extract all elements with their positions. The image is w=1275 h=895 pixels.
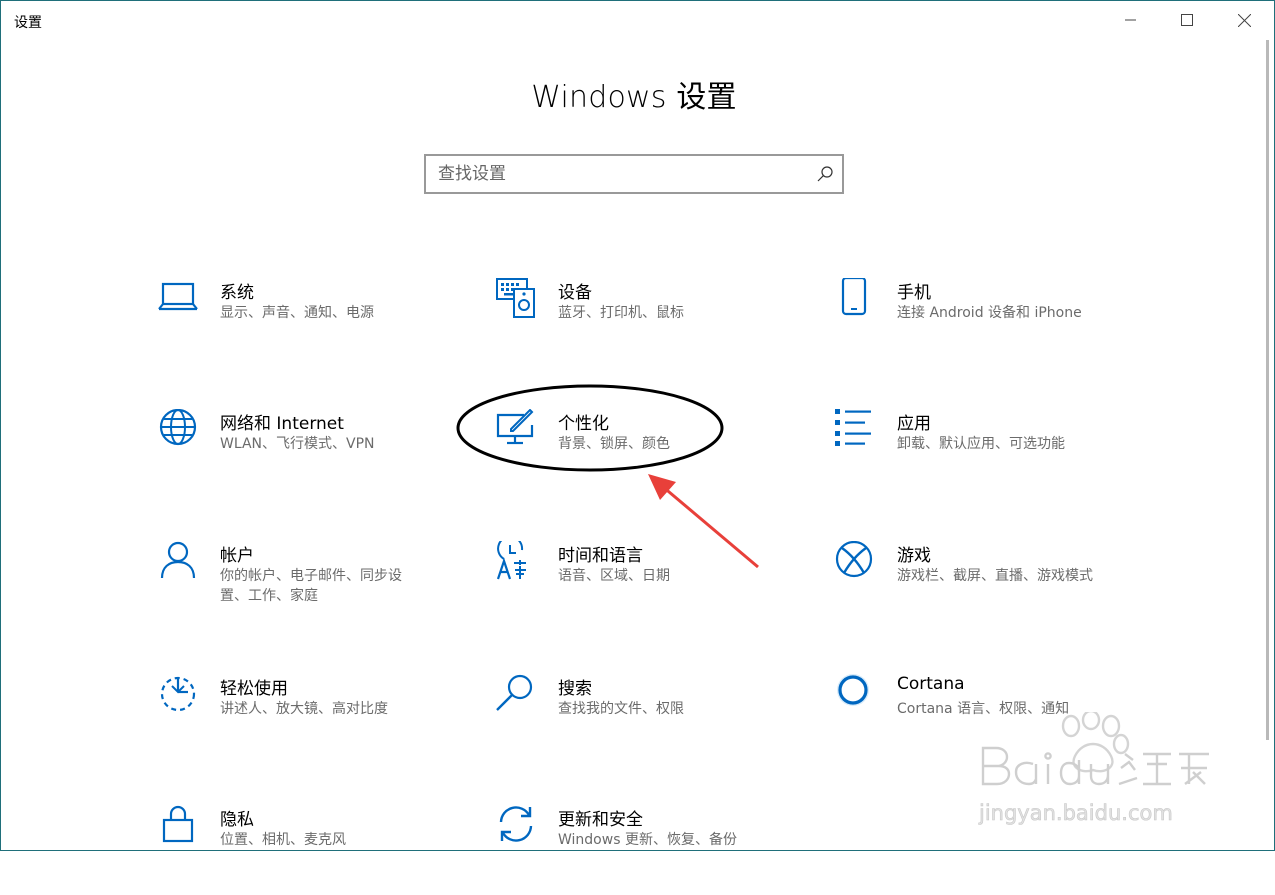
tile-label: 帐户 (220, 546, 254, 566)
tile-label: 时间和语言 (558, 546, 643, 566)
tile-label: 搜索 (558, 679, 592, 699)
magnifier-icon (496, 674, 536, 714)
laptop-icon (158, 278, 198, 318)
person-icon (158, 541, 198, 581)
tile-personalization[interactable]: 个性化 背景、锁屏、颜色 (496, 409, 786, 499)
search-input[interactable] (438, 156, 808, 192)
title-bar[interactable]: 设置 (0, 0, 1275, 40)
tile-desc: 背景、锁屏、颜色 (558, 436, 670, 452)
tile-apps[interactable]: 应用 卸载、默认应用、可选功能 (835, 409, 1125, 499)
refresh-icon (496, 805, 536, 845)
close-icon (1237, 13, 1251, 27)
tile-label: 设备 (558, 283, 592, 303)
tile-desc: 语音、区域、日期 (558, 568, 670, 584)
lock-icon (158, 805, 198, 845)
tile-desc: WLAN、飞行模式、VPN (220, 436, 375, 452)
tile-label: 网络和 Internet (220, 414, 344, 434)
tile-privacy[interactable]: 隐私 位置、相机、麦克风 (158, 805, 448, 895)
tile-desc: 连接 Android 设备和 iPhone (897, 305, 1082, 321)
tile-cortana[interactable]: Cortana Cortana 语言、权限、通知 (835, 674, 1125, 764)
tile-search[interactable]: 搜索 查找我的文件、权限 (496, 674, 786, 764)
tile-desc: 游戏栏、截屏、直播、游戏模式 (897, 568, 1093, 584)
tile-desc: 显示、声音、通知、电源 (220, 305, 374, 321)
tile-label: Cortana (897, 674, 965, 694)
app-list-icon (835, 409, 875, 449)
tile-label: 游戏 (897, 546, 931, 566)
page-title: Windows 设置 (531, 80, 737, 115)
ease-of-access-icon (158, 674, 198, 714)
cortana-icon (835, 674, 875, 714)
tile-desc: Windows 更新、恢复、备份 (558, 832, 737, 848)
tile-label: 应用 (897, 414, 931, 434)
time-language-icon (496, 541, 536, 581)
minimize-icon (1125, 19, 1136, 21)
tile-desc: Cortana 语言、权限、通知 (897, 701, 1070, 717)
tile-accounts[interactable]: 帐户 你的帐户、电子邮件、同步设置、工作、家庭 (158, 541, 448, 631)
tile-label: 个性化 (558, 414, 609, 434)
tile-gaming[interactable]: 游戏 游戏栏、截屏、直播、游戏模式 (835, 541, 1125, 631)
search-icon[interactable] (816, 165, 834, 183)
monitor-brush-icon (496, 409, 536, 449)
maximize-button[interactable] (1159, 0, 1215, 40)
maximize-icon (1181, 14, 1193, 26)
tile-ease-of-access[interactable]: 轻松使用 讲述人、放大镜、高对比度 (158, 674, 448, 764)
globe-icon (158, 409, 198, 449)
scrollbar[interactable] (1266, 40, 1269, 740)
tile-desc: 你的帐户、电子邮件、同步设置、工作、家庭 (220, 568, 402, 604)
close-button[interactable] (1216, 0, 1272, 40)
tile-desc: 卸载、默认应用、可选功能 (897, 436, 1065, 452)
tile-time-language[interactable]: 时间和语言 语音、区域、日期 (496, 541, 786, 631)
tile-phone[interactable]: 手机 连接 Android 设备和 iPhone (835, 278, 1125, 368)
phone-icon (835, 278, 875, 318)
xbox-icon (835, 541, 875, 581)
search-box[interactable] (424, 154, 844, 194)
tile-system[interactable]: 系统 显示、声音、通知、电源 (158, 278, 448, 368)
tile-desc: 蓝牙、打印机、鼠标 (558, 305, 684, 321)
tile-desc: 查找我的文件、权限 (558, 701, 684, 717)
minimize-button[interactable] (1103, 0, 1159, 40)
tile-network[interactable]: 网络和 Internet WLAN、飞行模式、VPN (158, 409, 448, 499)
tile-devices[interactable]: 设备 蓝牙、打印机、鼠标 (496, 278, 786, 368)
tile-label: 隐私 (220, 810, 254, 830)
tile-label: 更新和安全 (558, 810, 643, 830)
tile-label: 轻松使用 (220, 679, 288, 699)
tile-update-security[interactable]: 更新和安全 Windows 更新、恢复、备份 (496, 805, 786, 895)
window-title: 设置 (14, 15, 42, 31)
tile-label: 系统 (220, 283, 254, 303)
tile-label: 手机 (897, 283, 931, 303)
tile-desc: 讲述人、放大镜、高对比度 (220, 701, 388, 717)
keyboard-speaker-icon (496, 278, 536, 318)
tile-desc: 位置、相机、麦克风 (220, 832, 346, 848)
